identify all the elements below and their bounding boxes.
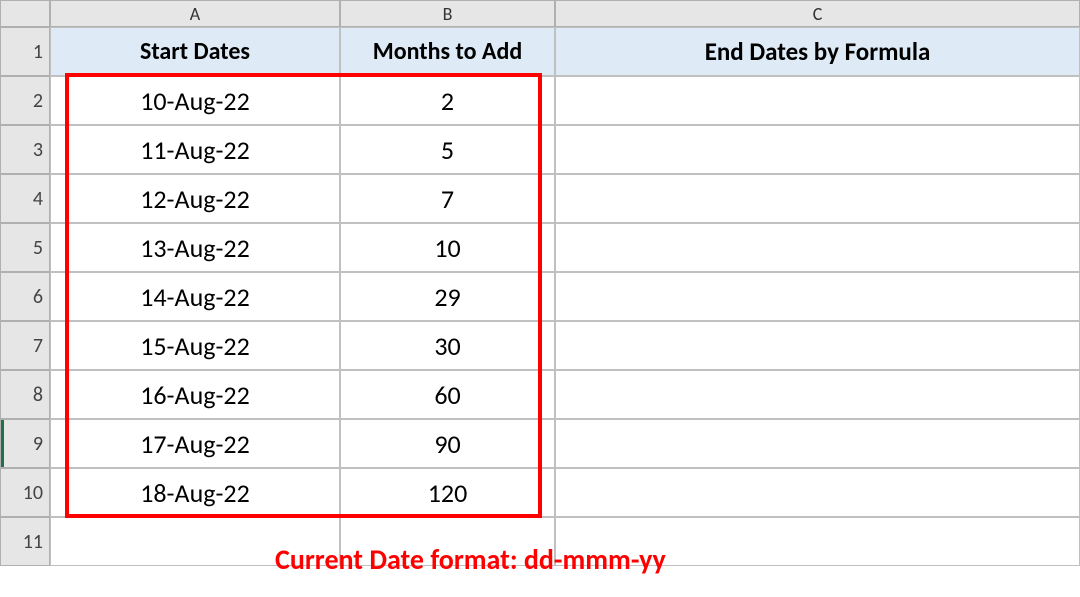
col-header-A[interactable]: A — [50, 0, 340, 27]
cell-A8[interactable]: 16-Aug-22 — [50, 370, 340, 419]
row-header-9[interactable]: 9 — [0, 419, 50, 468]
cell-B10[interactable]: 120 — [340, 468, 555, 517]
row-header-6[interactable]: 6 — [0, 272, 50, 321]
cell-B8[interactable]: 60 — [340, 370, 555, 419]
cell-C1[interactable]: End Dates by Formula — [555, 27, 1080, 76]
row-header-1[interactable]: 1 — [0, 27, 50, 76]
cell-C10[interactable] — [555, 468, 1080, 517]
cell-B2[interactable]: 2 — [340, 76, 555, 125]
cell-B6[interactable]: 29 — [340, 272, 555, 321]
cell-A9[interactable]: 17-Aug-22 — [50, 419, 340, 468]
cell-A5[interactable]: 13-Aug-22 — [50, 223, 340, 272]
cell-A1[interactable]: Start Dates — [50, 27, 340, 76]
cell-B5[interactable]: 10 — [340, 223, 555, 272]
row-header-5[interactable]: 5 — [0, 223, 50, 272]
row-header-7[interactable]: 7 — [0, 321, 50, 370]
row-header-3[interactable]: 3 — [0, 125, 50, 174]
cell-A2[interactable]: 10-Aug-22 — [50, 76, 340, 125]
col-header-B[interactable]: B — [340, 0, 555, 27]
cell-B7[interactable]: 30 — [340, 321, 555, 370]
row-header-10[interactable]: 10 — [0, 468, 50, 517]
cell-A3[interactable]: 11-Aug-22 — [50, 125, 340, 174]
col-header-C[interactable]: C — [555, 0, 1080, 27]
cell-C4[interactable] — [555, 174, 1080, 223]
cell-A6[interactable]: 14-Aug-22 — [50, 272, 340, 321]
cell-C7[interactable] — [555, 321, 1080, 370]
cell-A4[interactable]: 12-Aug-22 — [50, 174, 340, 223]
annotation-text: Current Date format: dd-mmm-yy — [275, 542, 666, 577]
cell-C9[interactable] — [555, 419, 1080, 468]
cell-C2[interactable] — [555, 76, 1080, 125]
spreadsheet-grid: A B C 1 Start Dates Months to Add End Da… — [0, 0, 1080, 566]
cell-B3[interactable]: 5 — [340, 125, 555, 174]
row-header-4[interactable]: 4 — [0, 174, 50, 223]
cell-A7[interactable]: 15-Aug-22 — [50, 321, 340, 370]
row-header-8[interactable]: 8 — [0, 370, 50, 419]
cell-B1[interactable]: Months to Add — [340, 27, 555, 76]
cell-B4[interactable]: 7 — [340, 174, 555, 223]
row-header-2[interactable]: 2 — [0, 76, 50, 125]
cell-A10[interactable]: 18-Aug-22 — [50, 468, 340, 517]
cell-C5[interactable] — [555, 223, 1080, 272]
cell-C8[interactable] — [555, 370, 1080, 419]
row-header-11[interactable]: 11 — [0, 517, 50, 566]
cell-C6[interactable] — [555, 272, 1080, 321]
cell-B9[interactable]: 90 — [340, 419, 555, 468]
cell-C3[interactable] — [555, 125, 1080, 174]
select-all-corner[interactable] — [0, 0, 50, 27]
